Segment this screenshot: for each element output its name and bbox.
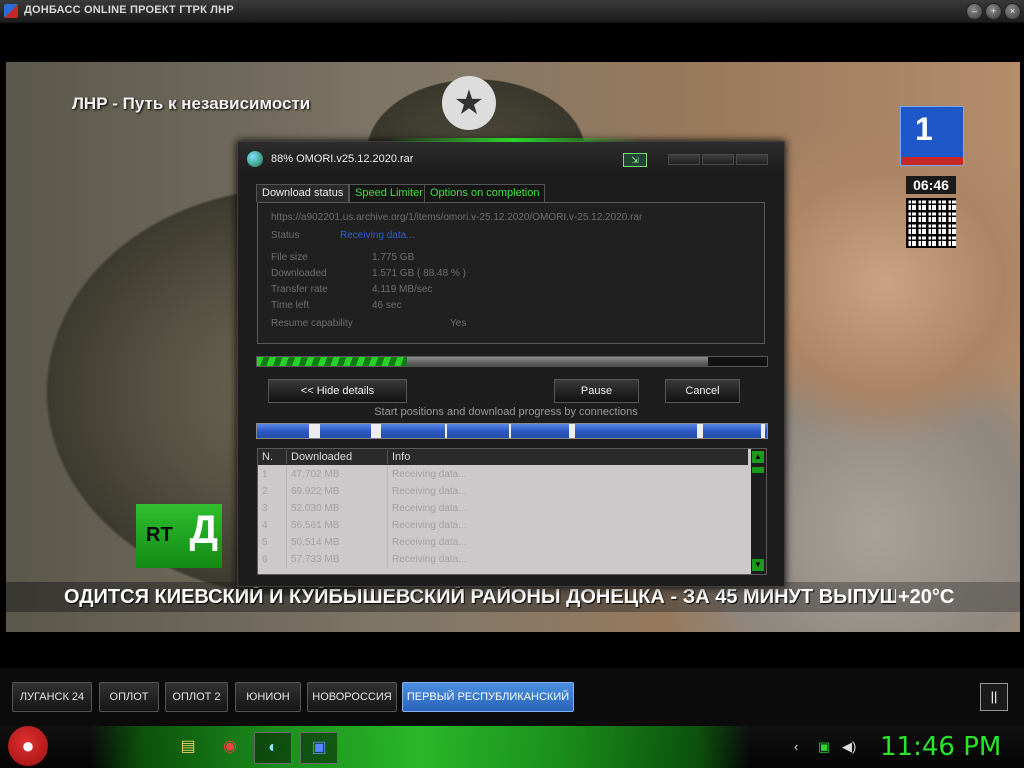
network-icon[interactable]: ▣ — [818, 739, 830, 755]
dialog-maximize-button[interactable] — [702, 154, 734, 165]
explorer-icon[interactable]: ▤ — [170, 732, 206, 762]
minimize-button[interactable]: – — [966, 3, 983, 20]
table-row[interactable]: 6 57.733 MB Receiving data... — [258, 551, 748, 568]
connection-gap — [309, 424, 320, 438]
connections-table: N. Downloaded Info 1 47.702 MB Receiving… — [257, 448, 767, 575]
channel-button-pervyi-respublikanskii[interactable]: ПЕРВЫЙ РЕСПУБЛИКАНСКИЙ — [402, 682, 574, 712]
table-header: N. Downloaded Info — [258, 449, 748, 465]
file-size-value: 1.775 GB — [372, 252, 415, 263]
start-button-icon[interactable]: ● — [8, 726, 48, 766]
dialog-close-button[interactable] — [736, 154, 768, 165]
time-left-value: 46 sec — [372, 300, 402, 311]
taskbar-clock[interactable]: 11:46 PM — [880, 732, 1001, 762]
scroll-down-icon[interactable]: ▼ — [752, 559, 764, 571]
channel-button-oplot2[interactable]: ОПЛОТ 2 — [165, 682, 228, 712]
pause-icon[interactable]: || — [980, 683, 1008, 711]
maximize-button[interactable]: + — [985, 3, 1002, 20]
connections-progress-bar — [256, 423, 768, 439]
app-icon — [4, 4, 18, 18]
table-row[interactable]: 5 50.514 MB Receiving data... — [258, 534, 748, 551]
cancel-button[interactable]: Cancel — [665, 379, 740, 403]
download-dialog: 88% OMORI.v25.12.2020.rar ⇲ Download sta… — [237, 138, 785, 587]
taskbar: ● ▤ ◉ ◐ ▣ ‹ ▣ ◀) 11:46 PM — [0, 726, 1024, 768]
table-row[interactable]: 1 47.702 MB Receiving data... — [258, 466, 748, 483]
table-row[interactable]: 2 69.922 MB Receiving data... — [258, 483, 748, 500]
downloaded-label: Downloaded — [271, 268, 327, 279]
download-dialog-titlebar: 88% OMORI.v25.12.2020.rar ⇲ — [238, 142, 784, 176]
minimize-to-tray-icon[interactable]: ⇲ — [623, 153, 647, 167]
channel-logo: 1 — [900, 106, 964, 166]
download-title: 88% OMORI.v25.12.2020.rar — [271, 153, 414, 165]
connection-gap — [569, 424, 575, 438]
ticker-temperature: +20°C — [898, 586, 955, 608]
connection-gap — [445, 424, 447, 438]
download-info-panel: https://a902201.us.archive.org/1/items/o… — [257, 202, 765, 344]
scroll-thumb[interactable] — [752, 467, 764, 473]
pause-button[interactable]: Pause — [554, 379, 639, 403]
tv-player-taskbar-icon[interactable]: ▣ — [300, 732, 338, 764]
channel-button-lugansk24[interactable]: ЛУГАНСК 24 — [12, 682, 92, 712]
hide-details-button[interactable]: << Hide details — [268, 379, 407, 403]
time-left-label: Time left — [271, 300, 309, 311]
resume-capability-label: Resume capability — [271, 318, 353, 329]
window-titlebar: ДОНБАСС ONLINE ПРОЕКТ ГТРК ЛНР – + × — [0, 0, 1024, 23]
qr-code — [906, 198, 956, 248]
download-progress-animation — [257, 357, 407, 366]
channel-button-novorossiya[interactable]: НОВОРОССИЯ — [307, 682, 397, 712]
column-header-downloaded[interactable]: Downloaded — [287, 450, 388, 464]
table-row[interactable]: 3 52.030 MB Receiving data... — [258, 500, 748, 517]
connections-label: Start positions and download progress by… — [374, 406, 638, 418]
scroll-up-icon[interactable]: ▲ — [752, 451, 764, 463]
close-button[interactable]: × — [1004, 3, 1021, 20]
download-manager-icon — [247, 151, 263, 167]
connection-gap — [371, 424, 381, 438]
transfer-rate-label: Transfer rate — [271, 284, 328, 295]
video-headline: ЛНР - Путь к независимости — [72, 94, 311, 113]
connection-gap — [761, 424, 765, 438]
table-row[interactable]: 4 56.561 MB Receiving data... — [258, 517, 748, 534]
dialog-minimize-button[interactable] — [668, 154, 700, 165]
tab-download-status[interactable]: Download status — [256, 184, 350, 202]
transfer-rate-value: 4.119 MB/sec — [372, 284, 433, 295]
tray-arrow-icon[interactable]: ‹ — [794, 739, 798, 754]
channel-button-oplot[interactable]: ОПЛОТ — [99, 682, 159, 712]
file-size-label: File size — [271, 252, 308, 263]
status-value: Receiving data... — [340, 230, 415, 241]
download-manager-taskbar-icon[interactable]: ◐ — [254, 732, 292, 764]
rtd-logo: RT Д — [136, 504, 222, 568]
channel-button-union[interactable]: ЮНИОН — [235, 682, 301, 712]
tab-options-on-completion[interactable]: Options on completion — [424, 184, 546, 202]
window-title: ДОНБАСС ONLINE ПРОЕКТ ГТРК ЛНР — [24, 4, 234, 16]
connection-gap — [697, 424, 703, 438]
table-scrollbar[interactable]: ▲ ▼ — [751, 449, 766, 574]
column-header-n[interactable]: N. — [258, 450, 287, 464]
volume-icon[interactable]: ◀) — [842, 739, 856, 755]
channel-bar: ЛУГАНСК 24 ОПЛОТ ОПЛОТ 2 ЮНИОН НОВОРОССИ… — [0, 668, 1024, 726]
status-label: Status — [271, 230, 300, 241]
download-url: https://a902201.us.archive.org/1/items/o… — [271, 212, 643, 223]
chrome-icon[interactable]: ◉ — [212, 732, 248, 762]
cap-star-emblem: ★ — [442, 76, 496, 130]
tab-speed-limiter[interactable]: Speed Limiter — [349, 184, 429, 202]
ticker-text: ОДИТСЯ КИЕВСКИЙ И КУЙБЫШЕВСКИЙ РАЙОНЫ ДО… — [64, 586, 896, 608]
connection-gap — [509, 424, 511, 438]
downloaded-value: 1.571 GB ( 88.48 % ) — [372, 268, 466, 279]
download-progress-bar — [256, 356, 768, 367]
column-header-info[interactable]: Info — [388, 450, 738, 464]
resume-capability-value: Yes — [450, 318, 467, 329]
broadcast-clock: 06:46 — [906, 176, 956, 194]
